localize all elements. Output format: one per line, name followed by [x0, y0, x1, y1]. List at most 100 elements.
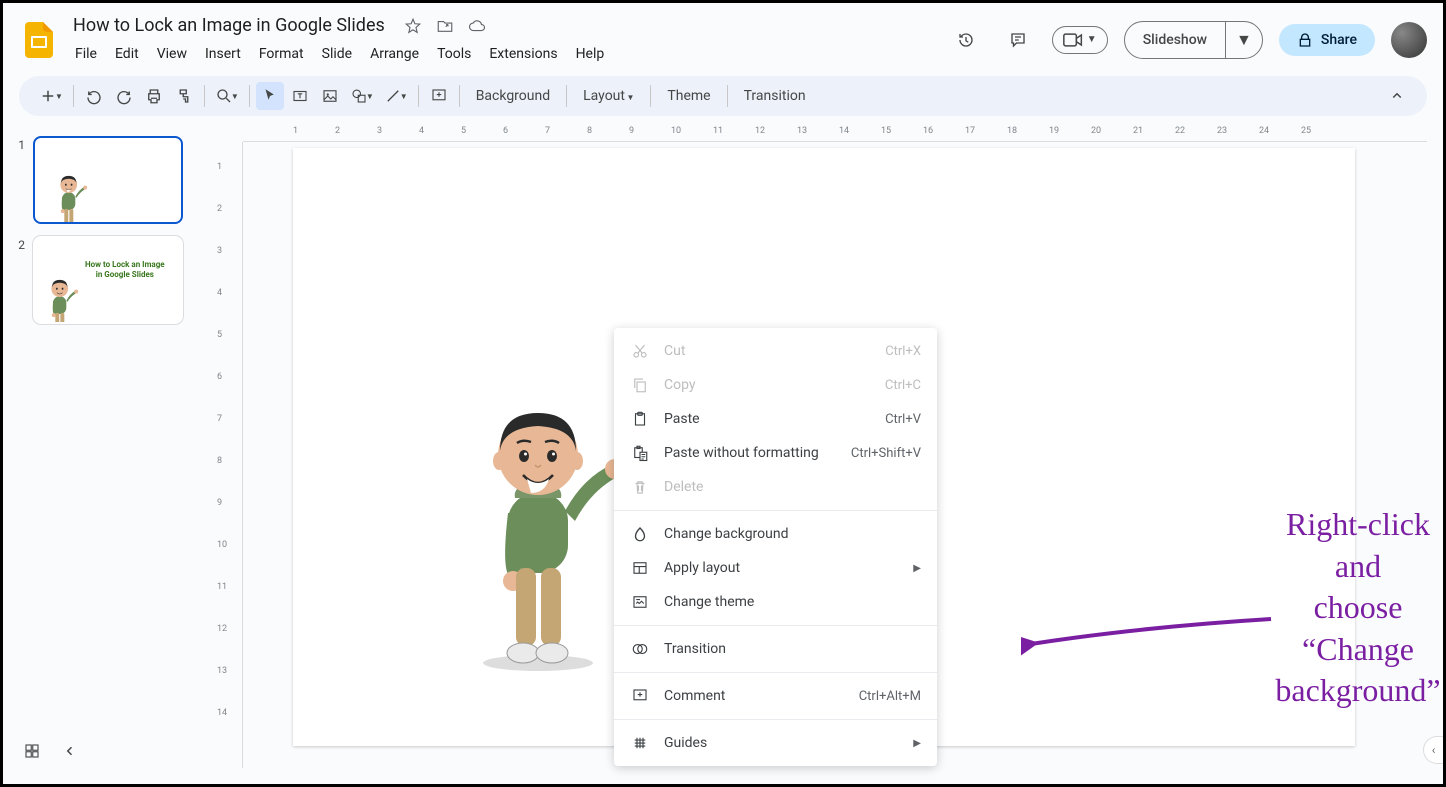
- ctx-transition[interactable]: Transition: [614, 632, 937, 666]
- cloud-status-icon[interactable]: [467, 16, 487, 36]
- line-tool[interactable]: ▼: [380, 82, 412, 110]
- collapse-filmstrip-icon[interactable]: [61, 742, 79, 764]
- ctx-shortcut: Ctrl+Alt+M: [859, 689, 921, 704]
- ruler-tick: 19: [1049, 126, 1059, 136]
- context-menu: CutCtrl+XCopyCtrl+CPasteCtrl+VPaste with…: [614, 328, 937, 766]
- ruler-tick: 7: [545, 126, 550, 136]
- menu-view[interactable]: View: [149, 42, 195, 66]
- menu-insert[interactable]: Insert: [197, 42, 249, 66]
- ctx-comment[interactable]: Comment Ctrl+Alt+M: [614, 679, 937, 713]
- ruler-tick: 3: [377, 126, 382, 136]
- ctx-paste[interactable]: PasteCtrl+V: [614, 402, 937, 436]
- layout-button[interactable]: Layout ▼: [573, 88, 644, 104]
- expand-toolbar-button[interactable]: [1383, 82, 1411, 110]
- menu-edit[interactable]: Edit: [107, 42, 147, 66]
- ctx-change-theme[interactable]: Change theme: [614, 585, 937, 619]
- ctx-apply-layout[interactable]: Apply layout ▶: [614, 551, 937, 585]
- slide-thumbnail-1[interactable]: [33, 136, 183, 224]
- textbox-tool[interactable]: [286, 82, 314, 110]
- zoom-button[interactable]: ▼: [211, 82, 243, 110]
- guides-icon: [630, 733, 650, 753]
- grid-view-icon[interactable]: [23, 742, 41, 764]
- ctx-label: Copy: [664, 377, 871, 393]
- vertical-ruler: 1234567891011121314: [213, 142, 243, 768]
- comment-icon: [630, 686, 650, 706]
- add-comment-button[interactable]: [425, 82, 453, 110]
- ctx-change-background[interactable]: Change background: [614, 517, 937, 551]
- document-title[interactable]: How to Lock an Image in Google Slides: [67, 13, 391, 38]
- shape-tool[interactable]: ▼: [346, 82, 378, 110]
- ruler-tick: 25: [1301, 126, 1311, 136]
- new-slide-button[interactable]: ▼: [35, 82, 67, 110]
- meet-button[interactable]: ▼: [1052, 26, 1108, 54]
- menu-format[interactable]: Format: [251, 42, 312, 66]
- slideshow-button[interactable]: Slideshow ▼: [1124, 21, 1263, 59]
- ctx-copy: CopyCtrl+C: [614, 368, 937, 402]
- ruler-tick: 11: [713, 126, 723, 136]
- ruler-tick: 5: [217, 330, 222, 340]
- menu-extensions[interactable]: Extensions: [481, 42, 565, 66]
- undo-button[interactable]: [80, 82, 108, 110]
- image-tool[interactable]: [316, 82, 344, 110]
- theme-icon: [630, 592, 650, 612]
- slideshow-dropdown[interactable]: ▼: [1225, 22, 1262, 58]
- ruler-tick: 1: [217, 162, 222, 172]
- menu-file[interactable]: File: [67, 42, 105, 66]
- ctx-label: Paste: [664, 411, 871, 427]
- ctx-separator: [614, 719, 937, 720]
- transition-button[interactable]: Transition: [734, 88, 816, 104]
- ruler-tick: 6: [217, 372, 222, 382]
- ruler-tick: 8: [587, 126, 592, 136]
- share-button[interactable]: Share: [1279, 24, 1375, 56]
- ruler-tick: 2: [217, 204, 222, 214]
- theme-button[interactable]: Theme: [657, 88, 720, 104]
- ruler-tick: 7: [217, 414, 222, 424]
- background-button[interactable]: Background: [466, 88, 560, 104]
- move-icon[interactable]: [435, 16, 455, 36]
- delete-icon: [630, 477, 650, 497]
- ctx-label: Comment: [664, 688, 845, 704]
- ctx-label: Apply layout: [664, 560, 899, 576]
- ctx-paste-without-formatting[interactable]: Paste without formatting Ctrl+Shift+V: [614, 436, 937, 470]
- menu-tools[interactable]: Tools: [429, 42, 479, 66]
- ruler-tick: 16: [923, 126, 933, 136]
- ctx-cut: CutCtrl+X: [614, 334, 937, 368]
- menu-arrange[interactable]: Arrange: [362, 42, 427, 66]
- ruler-tick: 13: [797, 126, 807, 136]
- ruler-tick: 23: [1217, 126, 1227, 136]
- ruler-tick: 6: [503, 126, 508, 136]
- select-tool[interactable]: [256, 82, 284, 110]
- ruler-tick: 14: [217, 708, 227, 718]
- ctx-separator: [614, 510, 937, 511]
- ruler-tick: 10: [217, 540, 227, 550]
- ctx-label: Cut: [664, 343, 871, 359]
- menubar: File Edit View Insert Format Slide Arran…: [67, 40, 940, 68]
- submenu-arrow-icon: ▶: [913, 563, 921, 574]
- account-avatar[interactable]: [1391, 22, 1427, 58]
- transition-icon: [630, 639, 650, 659]
- slide-canvas[interactable]: CutCtrl+XCopyCtrl+CPasteCtrl+VPaste with…: [293, 148, 1355, 746]
- paint-format-button[interactable]: [170, 82, 198, 110]
- star-icon[interactable]: [403, 16, 423, 36]
- app-logo[interactable]: [19, 20, 59, 60]
- slide-thumbnail-2[interactable]: How to Lock an Imagein Google Slides: [33, 236, 183, 324]
- ruler-tick: 11: [217, 582, 227, 592]
- submenu-arrow-icon: ▶: [913, 738, 921, 749]
- hide-panel-icon[interactable]: ‹: [1423, 736, 1443, 764]
- print-button[interactable]: [140, 82, 168, 110]
- ctx-label: Transition: [664, 641, 921, 657]
- annotation-text: Right-click and choose “Change backgroun…: [1273, 504, 1443, 712]
- ctx-label: Paste without formatting: [664, 445, 837, 461]
- menu-help[interactable]: Help: [568, 42, 613, 66]
- ctx-guides[interactable]: Guides▶: [614, 726, 937, 760]
- ctx-shortcut: Ctrl+Shift+V: [851, 446, 921, 461]
- ruler-tick: 12: [755, 126, 765, 136]
- ruler-tick: 20: [1091, 126, 1101, 136]
- comments-icon[interactable]: [1000, 22, 1036, 58]
- menu-slide[interactable]: Slide: [314, 42, 360, 66]
- cut-icon: [630, 341, 650, 361]
- paste-icon: [630, 409, 650, 429]
- redo-button[interactable]: [110, 82, 138, 110]
- ruler-tick: 4: [419, 126, 424, 136]
- history-icon[interactable]: [948, 22, 984, 58]
